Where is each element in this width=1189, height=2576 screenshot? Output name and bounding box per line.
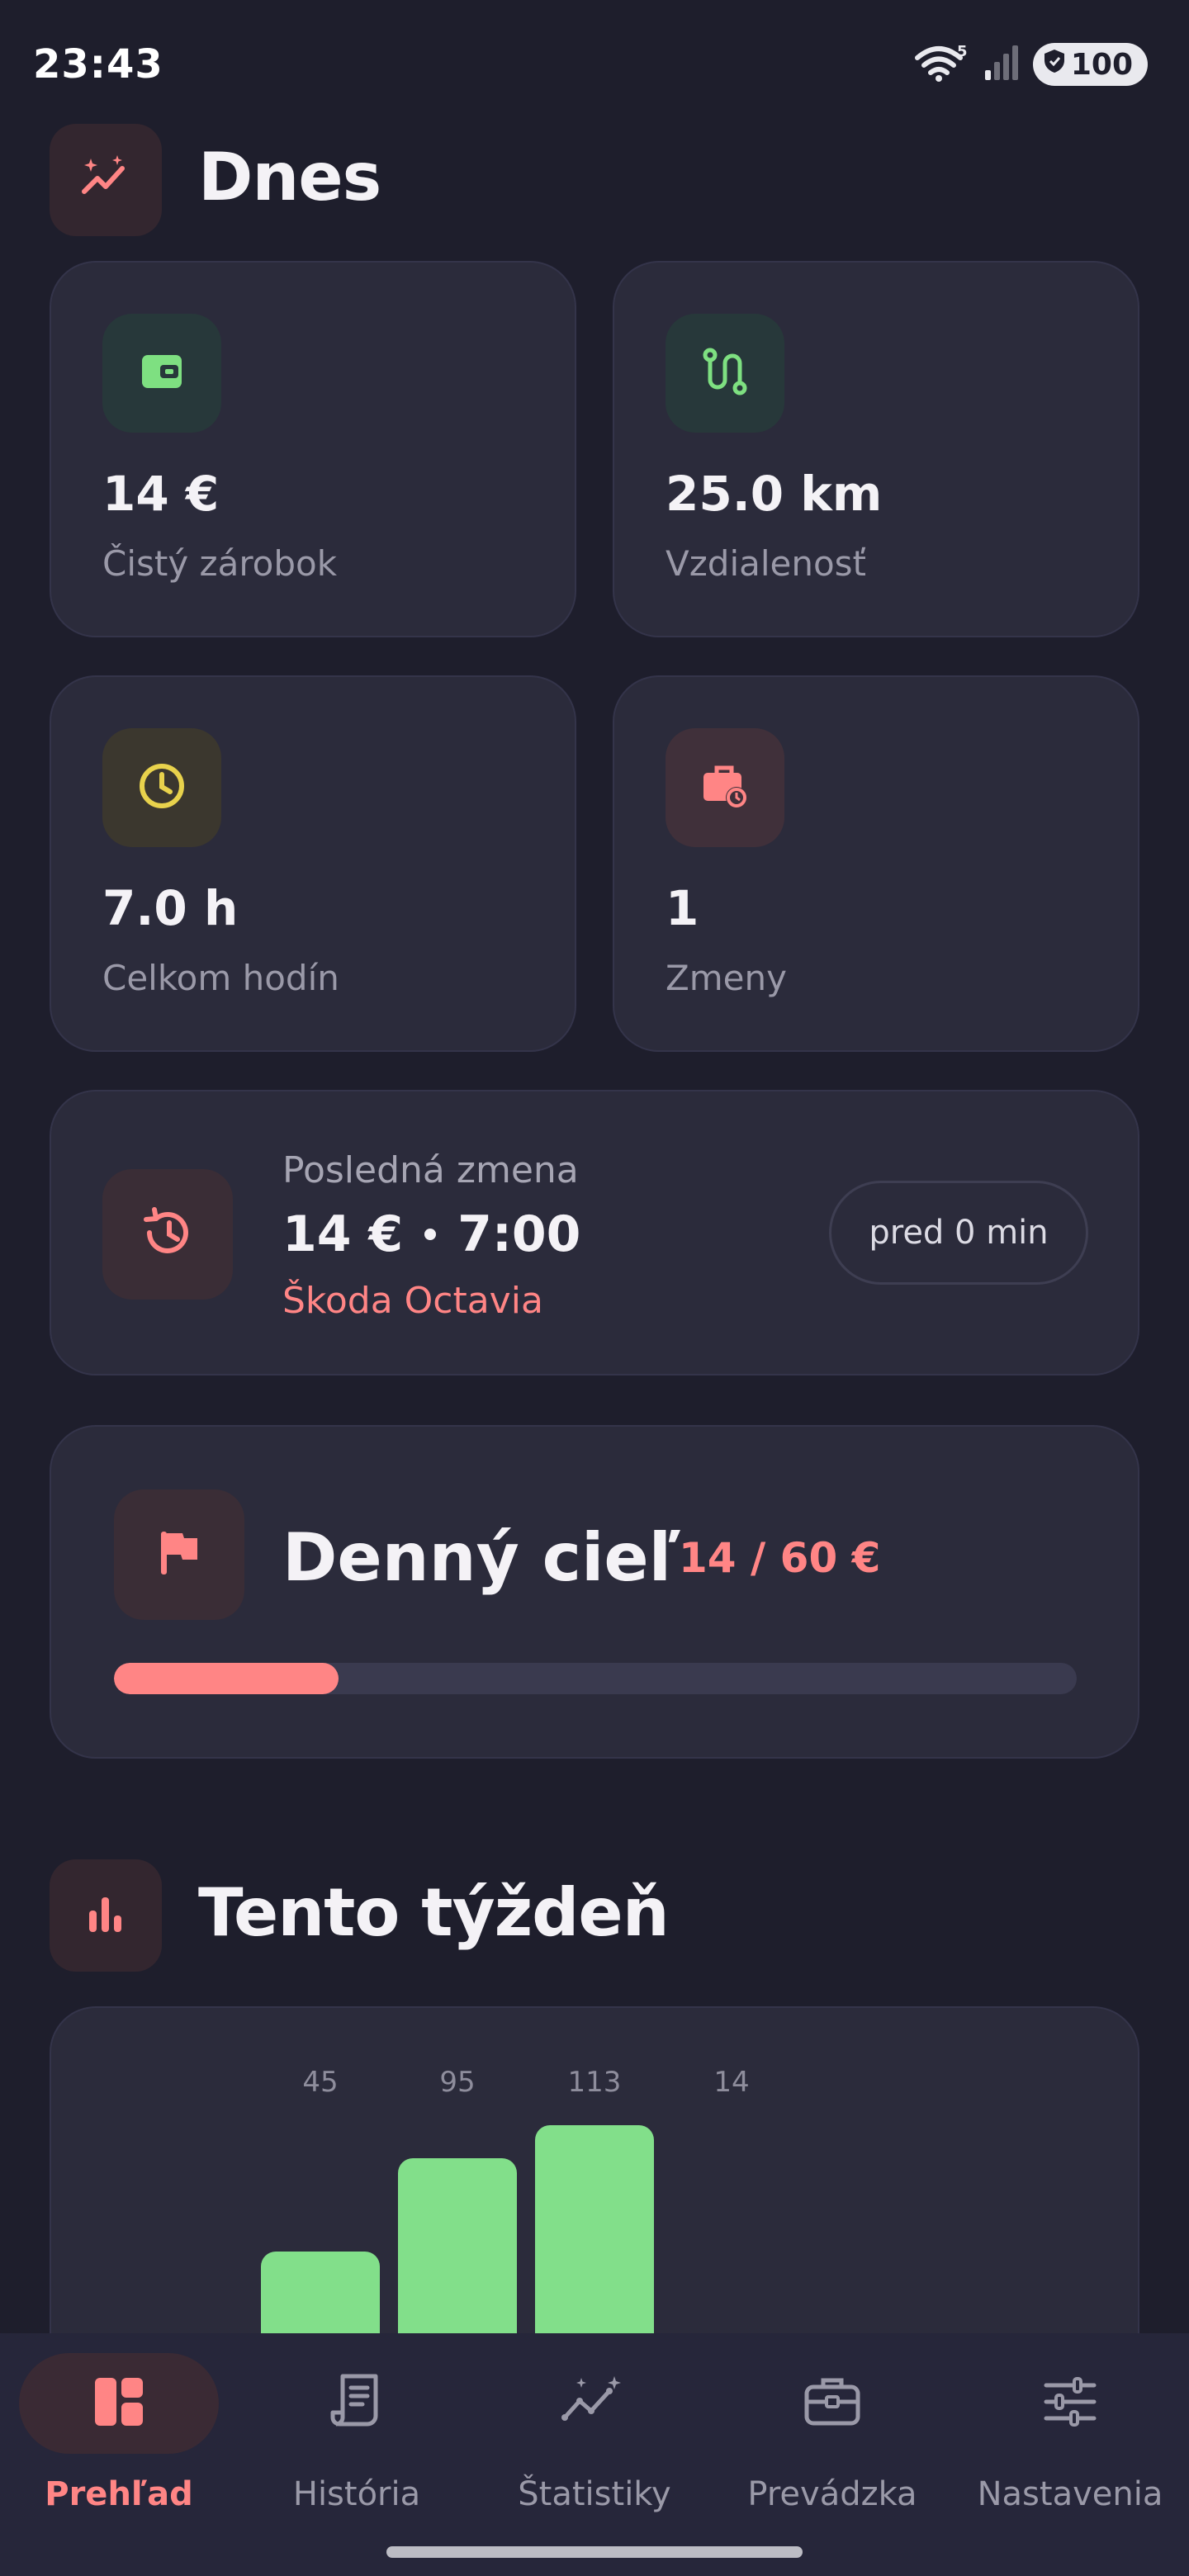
- daily-goal-amount: 14 / 60 €: [679, 1534, 881, 1582]
- today-title: Dnes: [198, 139, 381, 215]
- home-indicator: [386, 2546, 803, 2558]
- wallet-icon-box: [102, 314, 221, 433]
- route-icon-box: [666, 314, 784, 433]
- shifts-value: 1: [666, 880, 699, 936]
- daily-goal-title: Denný cieľ: [282, 1519, 681, 1596]
- wallet-icon: [137, 347, 187, 400]
- last-shift-ago-chip: pred 0 min: [829, 1181, 1088, 1285]
- last-shift-vehicle: Škoda Octavia: [282, 1280, 543, 1322]
- signal-icon: [983, 44, 1018, 85]
- nav-label-statistiky: Štatistiky: [518, 2475, 671, 2513]
- nav-label-historia: História: [292, 2475, 421, 2513]
- wifi-icon: 5: [914, 43, 969, 86]
- route-icon: [699, 345, 751, 401]
- status-time: 23:43: [33, 41, 163, 88]
- nav-pill-active[interactable]: [19, 2353, 219, 2454]
- week-bar-value-label: 14: [713, 2066, 750, 2099]
- last-shift-summary: 14 € 7:00: [282, 1205, 580, 1263]
- week-title: Tento týždeň: [198, 1874, 670, 1951]
- battery-level: 100: [1070, 47, 1133, 82]
- week-section-icon: [50, 1859, 162, 1972]
- today-section-icon: [50, 124, 162, 236]
- total-hours-label: Celkom hodín: [102, 958, 339, 998]
- daily-goal-progress-fill: [114, 1663, 339, 1694]
- nav-item-nastavenia[interactable]: Nastavenia: [951, 2353, 1189, 2513]
- status-icons: 5 100: [914, 43, 1148, 86]
- battery-indicator: 100: [1032, 43, 1148, 86]
- distance-card[interactable]: 25.0 km Vzdialenosť: [613, 261, 1139, 637]
- last-shift-amount: 14 €: [282, 1205, 404, 1263]
- nav-item-historia[interactable]: História: [238, 2353, 476, 2513]
- history-icon: [138, 1203, 197, 1266]
- clock-icon-box: [102, 728, 221, 847]
- nav-pill[interactable]: [732, 2353, 932, 2454]
- nav-pill[interactable]: [495, 2353, 694, 2454]
- net-earnings-label: Čistý zárobok: [102, 543, 338, 584]
- briefcase-icon-box: [666, 728, 784, 847]
- wifi-badge: 5: [957, 43, 968, 60]
- shifts-card[interactable]: 1 Zmeny: [613, 675, 1139, 1052]
- clock-icon: [135, 760, 188, 816]
- nav-label-nastavenia: Nastavenia: [977, 2475, 1163, 2513]
- week-bar-value-label: 113: [567, 2066, 622, 2099]
- daily-goal-card[interactable]: Denný cieľ 14 / 60 €: [50, 1425, 1139, 1759]
- briefcase-clock-icon: [699, 760, 751, 816]
- flag-icon-box: [114, 1489, 244, 1620]
- week-bar-value-label: 95: [439, 2066, 476, 2099]
- nav-label-prehlad: Prehľad: [45, 2475, 193, 2513]
- nav-item-prevadzka[interactable]: Prevádzka: [713, 2353, 951, 2513]
- net-earnings-value: 14 €: [102, 466, 220, 522]
- battery-shield-icon: [1043, 48, 1066, 82]
- stats-sparkle-icon: [561, 2375, 628, 2432]
- daily-goal-progress-track: [114, 1663, 1077, 1694]
- toolbox-icon: [803, 2375, 861, 2432]
- distance-label: Vzdialenosť: [666, 543, 867, 584]
- nav-pill[interactable]: [970, 2353, 1170, 2454]
- last-shift-duration: 7:00: [457, 1205, 581, 1263]
- nav-label-prevadzka: Prevádzka: [747, 2475, 917, 2513]
- nav-item-statistiky[interactable]: Štatistiky: [476, 2353, 713, 2513]
- shifts-label: Zmeny: [666, 958, 787, 998]
- history-icon-box: [102, 1169, 233, 1300]
- sliders-icon: [1043, 2377, 1097, 2430]
- total-hours-card[interactable]: 7.0 h Celkom hodín: [50, 675, 576, 1052]
- last-shift-card[interactable]: Posledná zmena 14 € 7:00 Škoda Octavia p…: [50, 1090, 1139, 1376]
- nav-item-prehlad[interactable]: Prehľad: [0, 2353, 238, 2513]
- flag-icon: [153, 1527, 206, 1583]
- last-shift-label: Posledná zmena: [282, 1149, 579, 1191]
- bar-chart-icon: [83, 1891, 129, 1940]
- trend-sparkle-icon: [79, 152, 132, 208]
- net-earnings-card[interactable]: 14 € Čistý zárobok: [50, 261, 576, 637]
- total-hours-value: 7.0 h: [102, 880, 239, 936]
- distance-value: 25.0 km: [666, 466, 883, 522]
- receipt-icon: [329, 2373, 384, 2434]
- dashboard-icon: [92, 2375, 146, 2432]
- nav-pill[interactable]: [257, 2353, 457, 2454]
- separator-dot: [424, 1229, 437, 1240]
- week-bar-value-label: 45: [302, 2066, 339, 2099]
